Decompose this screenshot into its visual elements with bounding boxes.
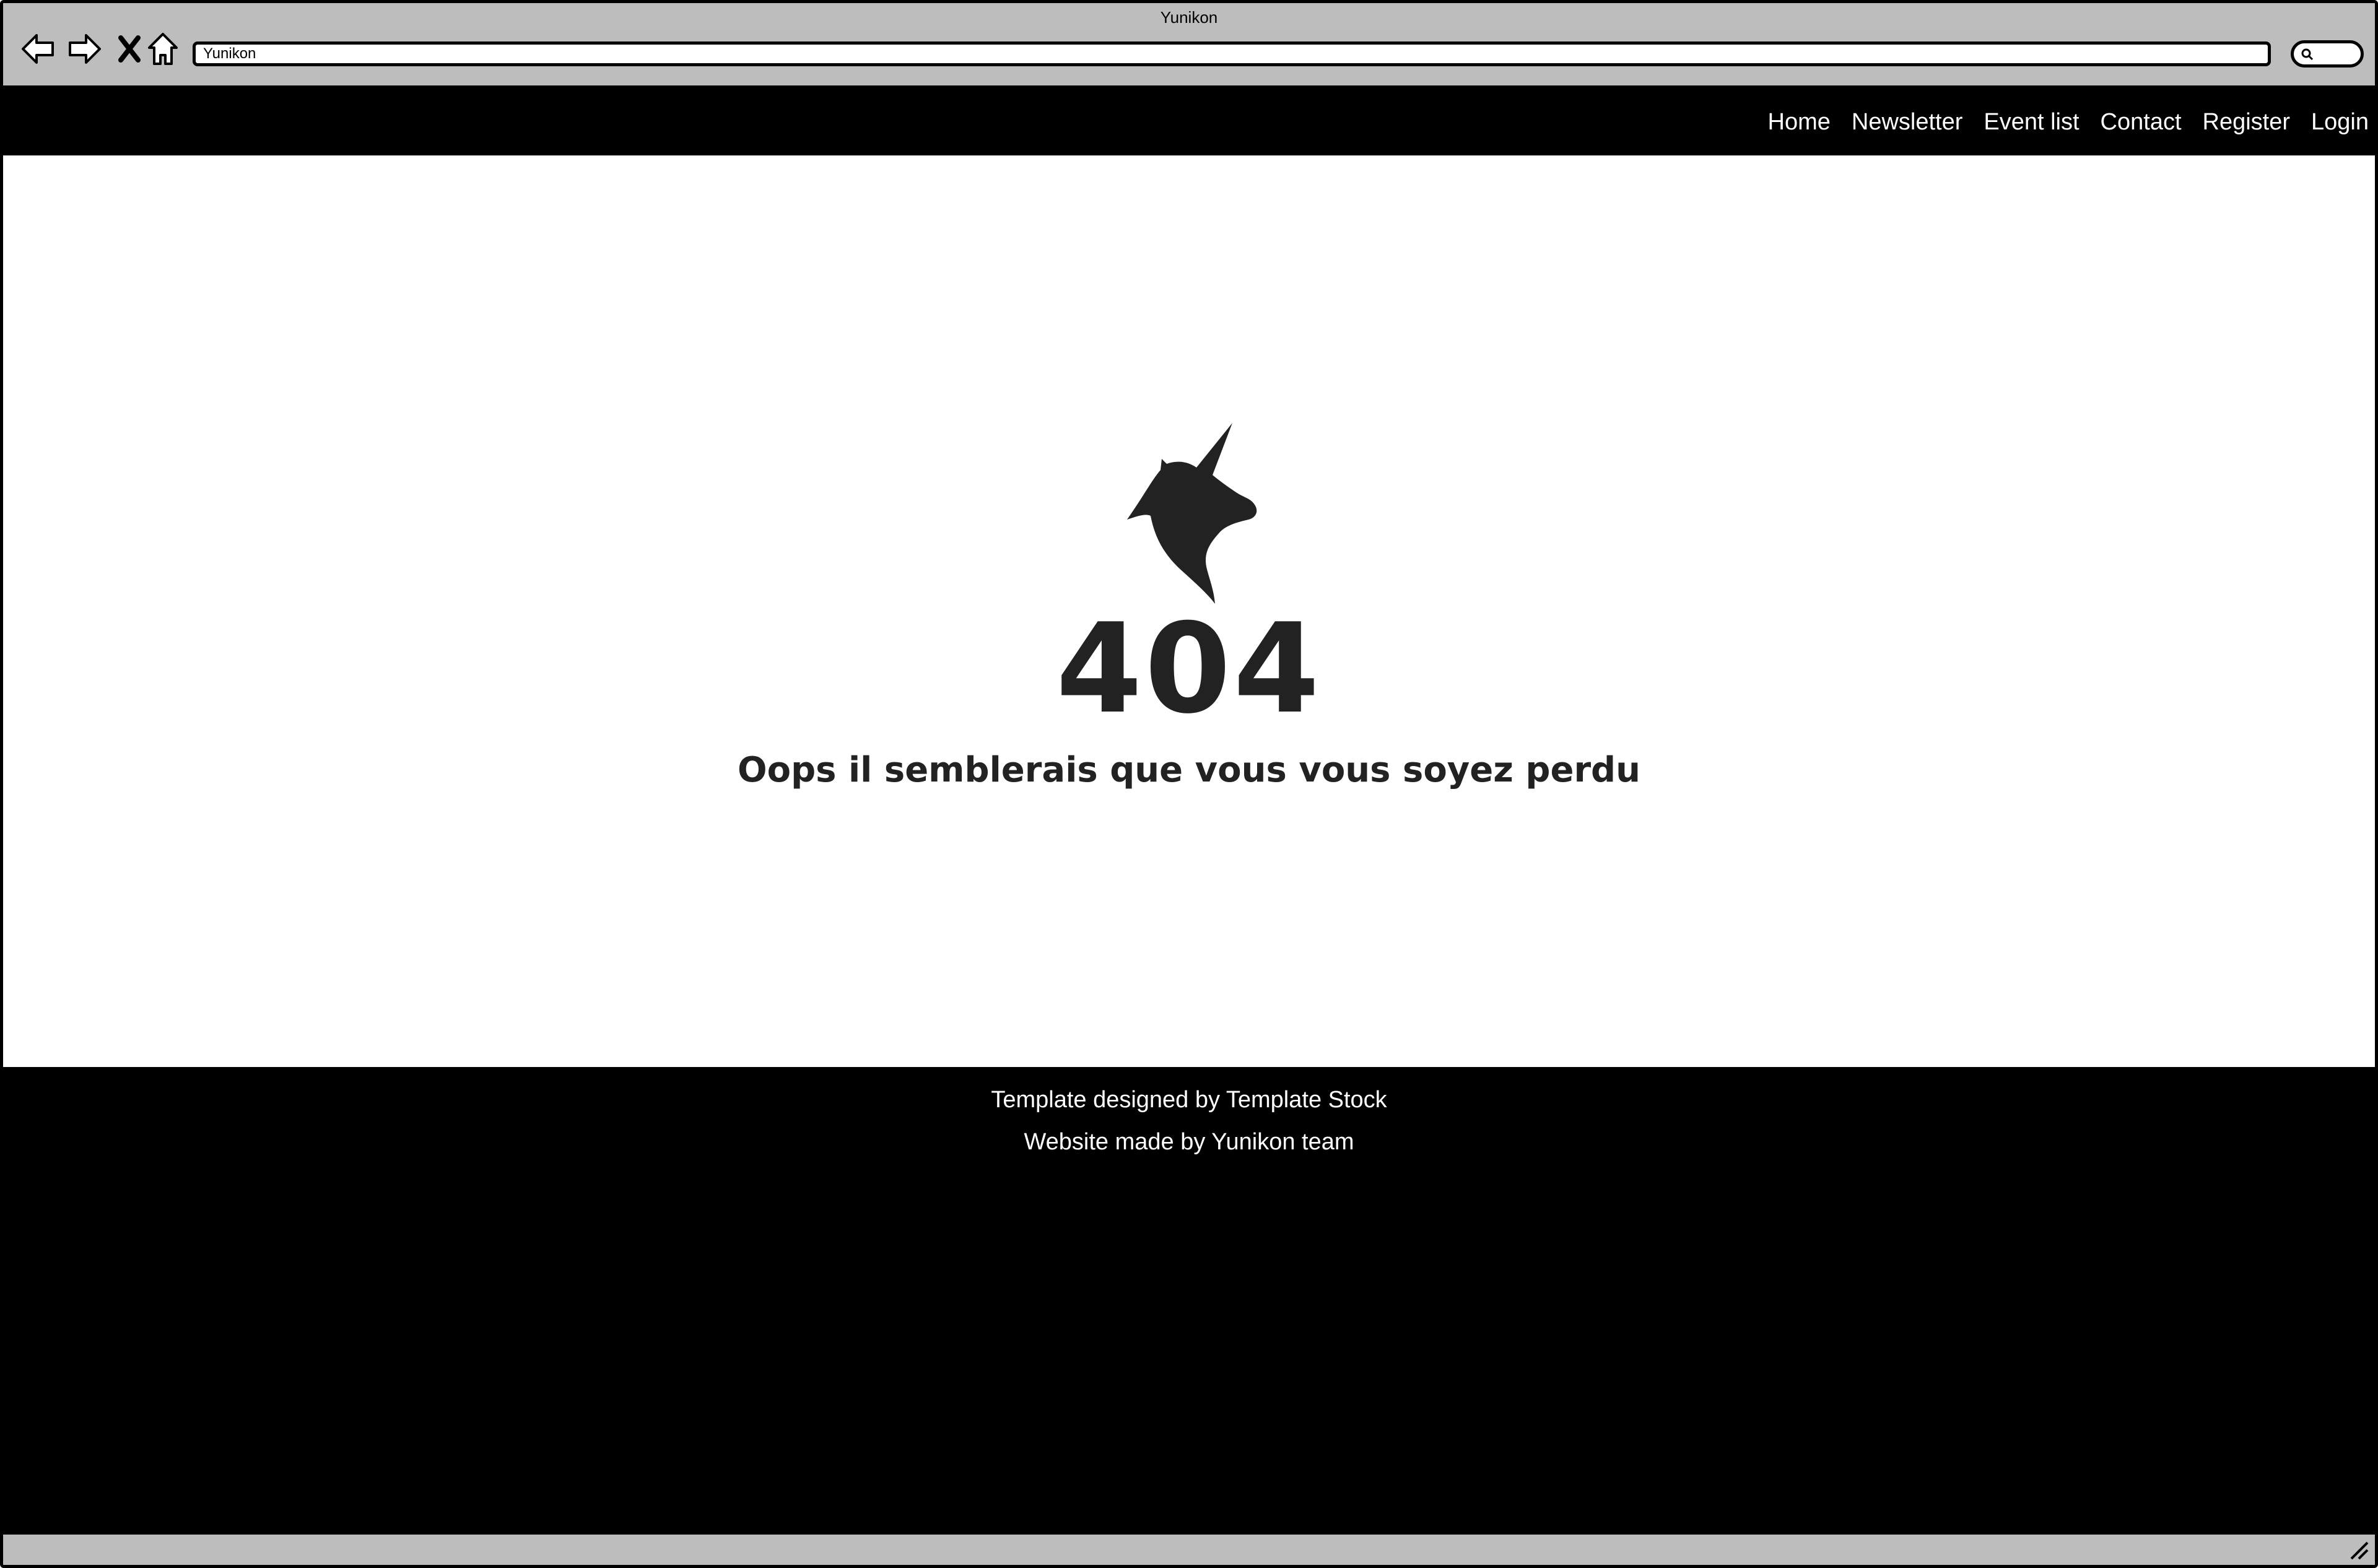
address-bar[interactable] bbox=[193, 41, 2271, 66]
search-field[interactable] bbox=[2291, 40, 2364, 68]
error-code: 404 bbox=[1056, 597, 1322, 741]
nav-link-register[interactable]: Register bbox=[2203, 109, 2291, 136]
window-title: Yunikon bbox=[1160, 8, 1218, 27]
status-bar bbox=[3, 1531, 2375, 1565]
nav-link-newsletter[interactable]: Newsletter bbox=[1852, 109, 1963, 136]
nav-link-event-list[interactable]: Event list bbox=[1984, 109, 2079, 136]
main-nav: Home Newsletter Event list Contact Regis… bbox=[1768, 89, 2369, 155]
footer-credit-template: Template designed by Template Stock bbox=[991, 1087, 1387, 1113]
main-content: 404 Oops il semblerais que vous vous soy… bbox=[3, 155, 2375, 1067]
nav-link-login[interactable]: Login bbox=[2311, 109, 2369, 136]
nav-link-home[interactable]: Home bbox=[1768, 109, 1831, 136]
browser-toolbar: Yunikon bbox=[3, 3, 2375, 89]
home-icon[interactable] bbox=[143, 29, 183, 69]
site-footer: Template designed by Template Stock Webs… bbox=[3, 1067, 2375, 1538]
search-icon bbox=[2301, 48, 2314, 61]
browser-window: Yunikon Home Newsletter Event list Conta… bbox=[0, 0, 2378, 1568]
nav-link-contact[interactable]: Contact bbox=[2101, 109, 2182, 136]
forward-arrow-icon[interactable] bbox=[65, 29, 105, 69]
unicorn-icon bbox=[1127, 423, 1257, 604]
site-header: Home Newsletter Event list Contact Regis… bbox=[3, 89, 2375, 155]
error-message: Oops il semblerais que vous vous soyez p… bbox=[737, 750, 1641, 790]
resize-grip-icon[interactable] bbox=[2348, 1539, 2370, 1561]
back-arrow-icon[interactable] bbox=[18, 29, 58, 69]
footer-credit-team: Website made by Yunikon team bbox=[1024, 1129, 1354, 1155]
